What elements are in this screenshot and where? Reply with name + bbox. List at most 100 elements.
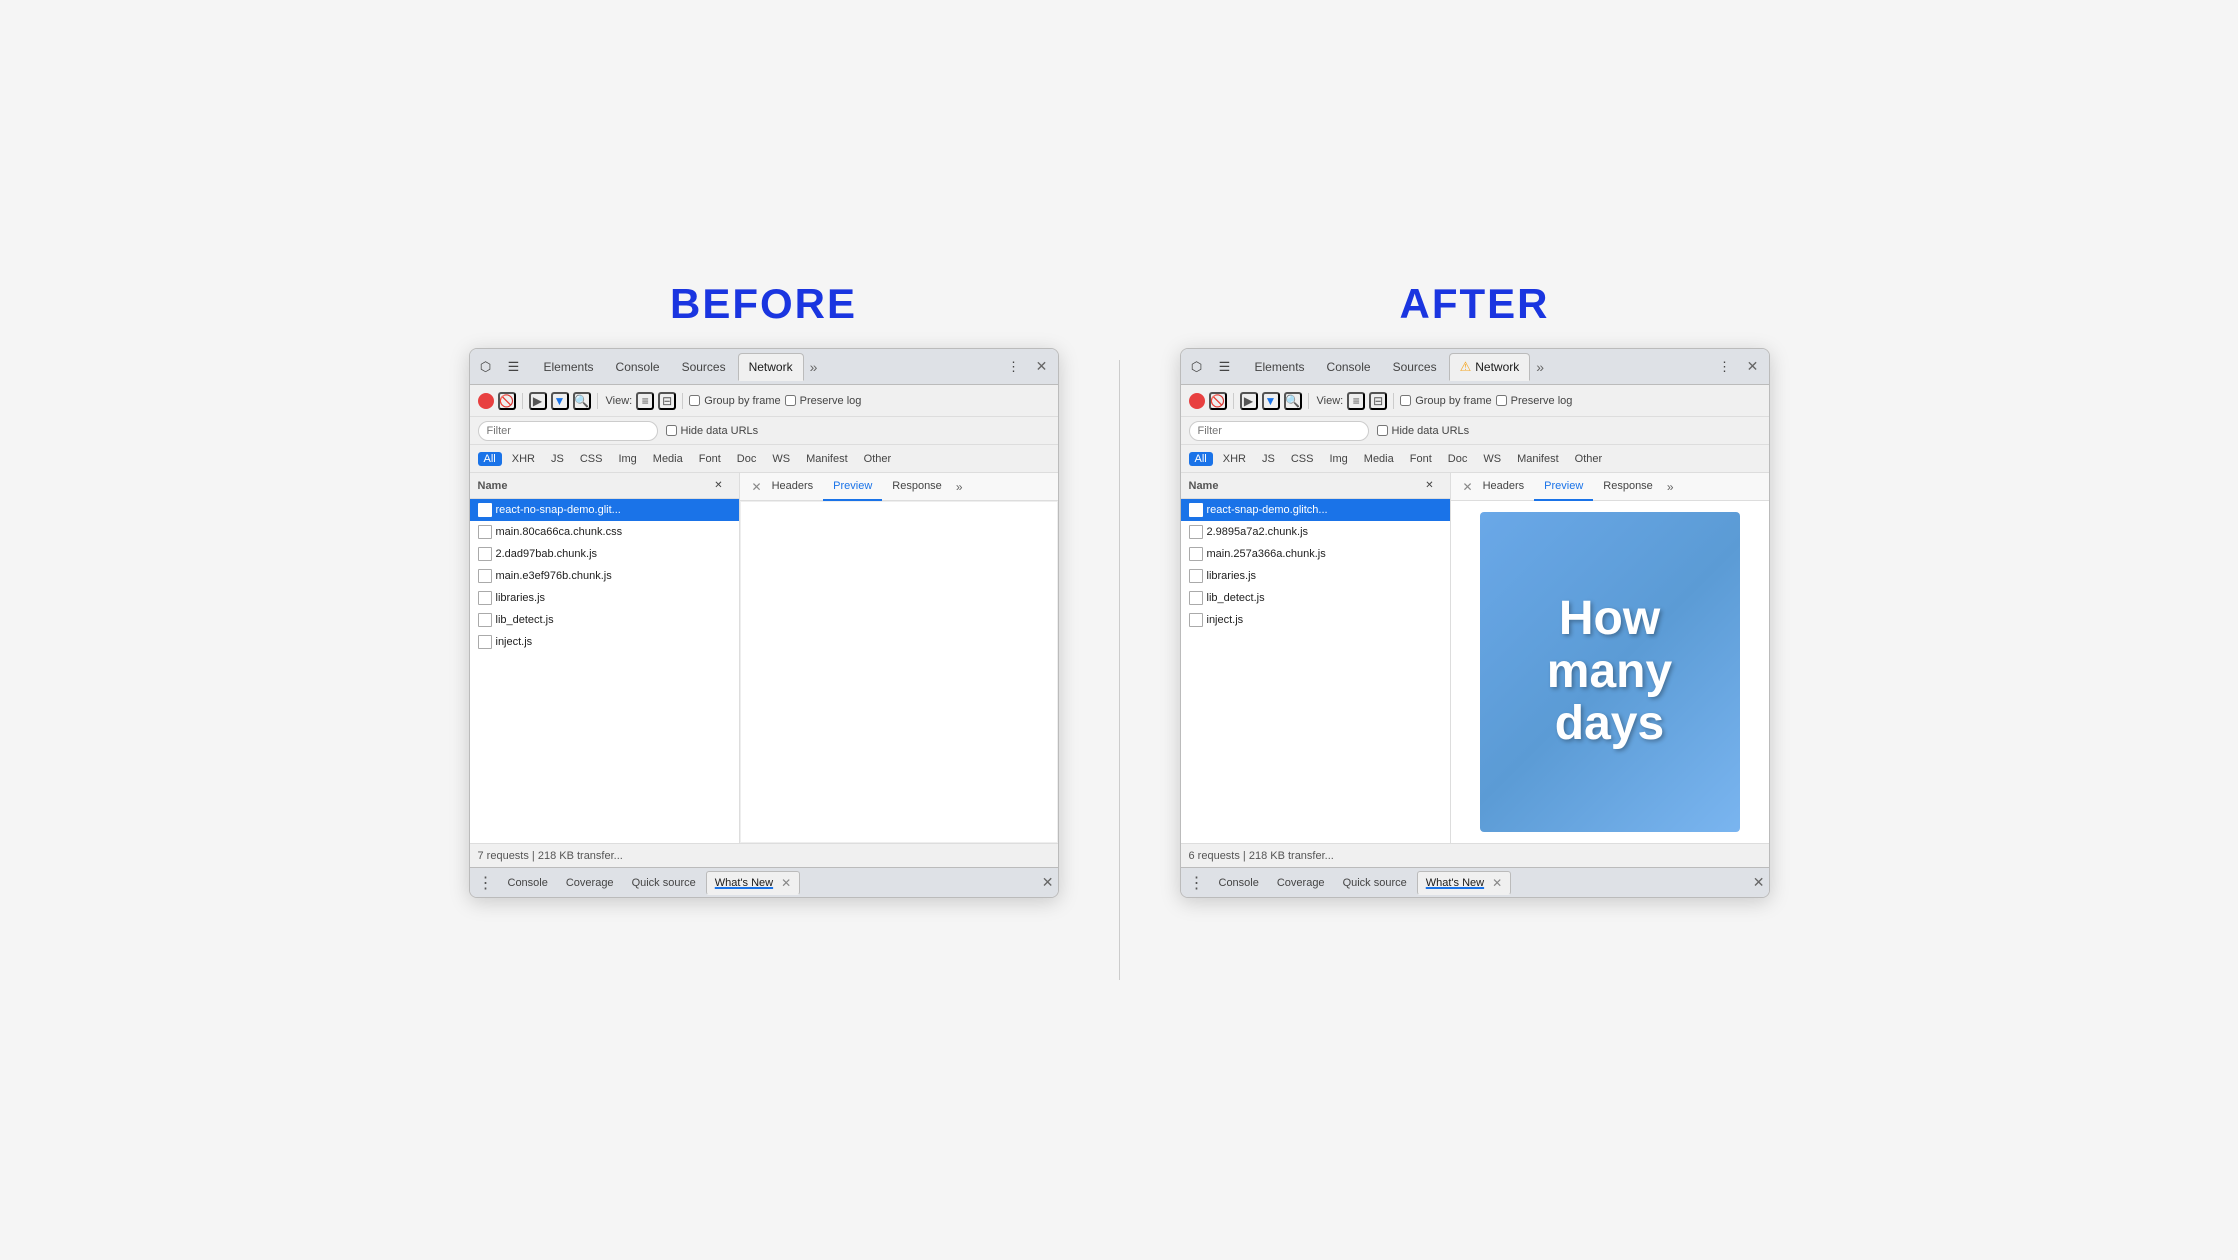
after-detail-more-icon[interactable]: » [1663,480,1678,494]
after-detail-tab-preview[interactable]: Preview [1534,473,1593,501]
before-request-6[interactable]: inject.js [470,631,739,653]
before-filter-media[interactable]: Media [647,452,689,466]
before-group-by-frame-label[interactable]: Group by frame [689,395,780,407]
after-drawer-tab-console[interactable]: Console [1211,871,1267,895]
before-filter-js[interactable]: JS [545,452,570,466]
after-filter-img[interactable]: Img [1323,452,1353,466]
after-col-close-icon[interactable]: ✕ [1418,474,1442,498]
before-request-5[interactable]: lib_detect.js [470,609,739,631]
before-clear-icon[interactable]: 🚫 [498,392,516,410]
after-filter-manifest[interactable]: Manifest [1511,452,1565,466]
after-filter-xhr[interactable]: XHR [1217,452,1252,466]
after-filter-input[interactable] [1189,421,1369,441]
after-filter-font[interactable]: Font [1404,452,1438,466]
after-cursor-icon[interactable]: ⬡ [1185,355,1209,379]
before-grid1-icon[interactable]: ≡ [636,392,654,410]
before-video-icon[interactable]: ▶ [529,392,547,410]
before-filter-doc[interactable]: Doc [731,452,763,466]
after-drawer-tab-quicksource[interactable]: Quick source [1335,871,1415,895]
before-drawer-tab-console[interactable]: Console [500,871,556,895]
before-filter-all[interactable]: All [478,452,502,466]
after-devtools-close-icon[interactable]: ✕ [1741,355,1765,379]
before-hide-data-urls-label[interactable]: Hide data URLs [666,425,759,437]
before-request-2[interactable]: 2.dad97bab.chunk.js [470,543,739,565]
after-hide-data-urls-checkbox[interactable] [1377,425,1388,436]
after-filter-css[interactable]: CSS [1285,452,1320,466]
after-preserve-log-checkbox[interactable] [1496,395,1507,406]
after-search-icon[interactable]: 🔍 [1284,392,1302,410]
before-drawer-close-icon[interactable]: ✕ [1042,874,1054,891]
before-more-tabs-icon[interactable]: » [806,359,822,375]
before-group-by-frame-checkbox[interactable] [689,395,700,406]
after-drawer-whatsnew-close[interactable]: ✕ [1492,876,1502,890]
before-drawer-tab-quicksource[interactable]: Quick source [624,871,704,895]
after-request-2[interactable]: main.257a366a.chunk.js [1181,543,1450,565]
after-request-4[interactable]: lib_detect.js [1181,587,1450,609]
after-request-5[interactable]: inject.js [1181,609,1450,631]
after-detail-tab-response[interactable]: Response [1593,473,1663,501]
before-filter-css[interactable]: CSS [574,452,609,466]
before-preserve-log-checkbox[interactable] [785,395,796,406]
after-detail-close-icon[interactable]: ✕ [1463,480,1473,494]
before-drawer-menu-icon[interactable]: ⋮ [474,873,498,893]
before-tab-network[interactable]: Network [738,353,804,381]
after-filter-media[interactable]: Media [1358,452,1400,466]
before-col-close-icon[interactable]: ✕ [707,474,731,498]
before-filter-manifest[interactable]: Manifest [800,452,854,466]
after-grid2-icon[interactable]: ⊟ [1369,392,1387,410]
before-filter-icon[interactable]: ▼ [551,392,569,410]
before-detail-tab-response[interactable]: Response [882,473,952,501]
after-tab-sources[interactable]: Sources [1383,353,1447,381]
after-hide-data-urls-label[interactable]: Hide data URLs [1377,425,1470,437]
after-record-button[interactable] [1189,393,1205,409]
before-detail-tab-preview[interactable]: Preview [823,473,882,501]
before-preserve-log-label[interactable]: Preserve log [785,395,862,407]
after-tab-elements[interactable]: Elements [1245,353,1315,381]
before-hide-data-urls-checkbox[interactable] [666,425,677,436]
before-cursor-icon[interactable]: ⬡ [474,355,498,379]
after-filter-js[interactable]: JS [1256,452,1281,466]
before-filter-font[interactable]: Font [693,452,727,466]
after-preserve-log-label[interactable]: Preserve log [1496,395,1573,407]
after-request-3[interactable]: libraries.js [1181,565,1450,587]
after-drawer-tab-coverage[interactable]: Coverage [1269,871,1333,895]
before-grid2-icon[interactable]: ⊟ [658,392,676,410]
before-detail-tab-headers[interactable]: Headers [762,473,824,501]
after-request-0[interactable]: react-snap-demo.glitch... [1181,499,1450,521]
before-filter-xhr[interactable]: XHR [506,452,541,466]
before-filter-other[interactable]: Other [858,452,898,466]
after-drawer-tab-whatsnew[interactable]: What's New ✕ [1417,871,1511,895]
after-grid1-icon[interactable]: ≡ [1347,392,1365,410]
before-tab-sources[interactable]: Sources [672,353,736,381]
before-drawer-tab-coverage[interactable]: Coverage [558,871,622,895]
before-devtools-close-icon[interactable]: ✕ [1030,355,1054,379]
after-request-1[interactable]: 2.9895a7a2.chunk.js [1181,521,1450,543]
before-filter-input[interactable] [478,421,658,441]
before-detail-more-icon[interactable]: » [952,480,967,494]
before-devtools-menu-icon[interactable]: ⋮ [1002,355,1026,379]
after-filter-all[interactable]: All [1189,452,1213,466]
after-video-icon[interactable]: ▶ [1240,392,1258,410]
before-tab-console[interactable]: Console [606,353,670,381]
after-filter-icon[interactable]: ▼ [1262,392,1280,410]
after-devtools-menu-icon[interactable]: ⋮ [1713,355,1737,379]
before-request-1[interactable]: main.80ca66ca.chunk.css [470,521,739,543]
after-drawer-menu-icon[interactable]: ⋮ [1185,873,1209,893]
after-tab-console[interactable]: Console [1317,353,1381,381]
before-filter-img[interactable]: Img [612,452,642,466]
before-tab-elements[interactable]: Elements [534,353,604,381]
after-clear-icon[interactable]: 🚫 [1209,392,1227,410]
after-group-by-frame-label[interactable]: Group by frame [1400,395,1491,407]
after-tab-network[interactable]: ⚠ Network [1449,353,1531,381]
before-drawer-tab-whatsnew[interactable]: What's New ✕ [706,871,800,895]
before-request-4[interactable]: libraries.js [470,587,739,609]
after-drawer-close-icon[interactable]: ✕ [1753,874,1765,891]
before-request-0[interactable]: react-no-snap-demo.glit... [470,499,739,521]
before-filter-ws[interactable]: WS [766,452,796,466]
before-search-icon[interactable]: 🔍 [573,392,591,410]
before-request-3[interactable]: main.e3ef976b.chunk.js [470,565,739,587]
after-detail-tab-headers[interactable]: Headers [1473,473,1535,501]
after-filter-doc[interactable]: Doc [1442,452,1474,466]
before-record-button[interactable] [478,393,494,409]
after-filter-ws[interactable]: WS [1477,452,1507,466]
